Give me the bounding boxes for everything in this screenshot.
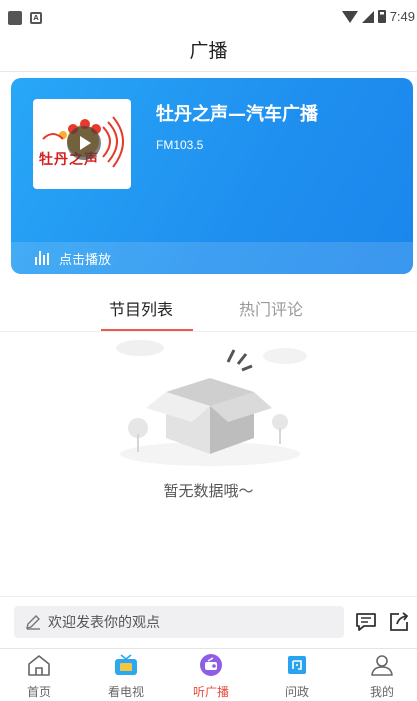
active-tab-indicator [101, 329, 193, 331]
tab-hot-comments[interactable]: 热门评论 [239, 296, 303, 320]
station-card[interactable]: 牡丹之声 牡丹之声—汽车广播 FM103.5 点击播放 [11, 78, 413, 274]
comment-icon[interactable] [354, 610, 378, 634]
nav-radio[interactable]: 听广播 [181, 653, 241, 700]
station-logo[interactable]: 牡丹之声 [33, 99, 131, 189]
comment-placeholder: 欢迎发表你的观点 [48, 615, 160, 631]
pencil-icon [26, 615, 40, 630]
question-icon [288, 656, 306, 674]
station-name: 牡丹之声—汽车广播 [156, 104, 318, 125]
play-label: 点击播放 [59, 252, 112, 268]
comment-bar: 欢迎发表你的观点 [0, 596, 417, 648]
person-icon [371, 655, 393, 676]
nav-profile[interactable]: 我的 [352, 653, 412, 700]
comment-input[interactable]: 欢迎发表你的观点 [14, 606, 344, 638]
wifi-icon [341, 10, 358, 23]
bottom-nav: 首页 看电视 听广播 问政 我的 [0, 648, 417, 701]
app-notification-icon: A [30, 12, 42, 24]
tv-icon [115, 654, 137, 675]
status-time: 7:49 [389, 9, 415, 24]
share-icon[interactable] [387, 610, 411, 634]
nav-home[interactable]: 首页 [9, 653, 69, 700]
page-header: 广播 [0, 34, 417, 72]
status-indicators: 7:49 [341, 9, 415, 24]
home-icon [28, 655, 50, 676]
page-title: 广播 [189, 40, 228, 62]
notification-icon [8, 11, 22, 25]
signal-icon [361, 10, 374, 23]
content-tabs: 节目列表 热门评论 [0, 290, 417, 332]
nav-tv-label: 看电视 [107, 685, 144, 699]
nav-inquiry-label: 问政 [284, 685, 309, 699]
nav-inquiry[interactable]: 问政 [267, 653, 327, 700]
empty-box-illustration [116, 340, 307, 466]
status-notifications: A [8, 11, 42, 25]
status-bar: A 7:49 [0, 0, 417, 34]
battery-icon [377, 10, 386, 23]
equalizer-icon [35, 251, 49, 265]
radio-icon [200, 654, 222, 676]
nav-tv[interactable]: 看电视 [96, 653, 156, 700]
play-icon [80, 136, 91, 150]
play-button[interactable] [67, 126, 101, 160]
empty-state-message: 暂无数据哦～ [163, 482, 254, 500]
nav-profile-label: 我的 [369, 685, 394, 699]
tab-program-list[interactable]: 节目列表 [109, 296, 173, 320]
play-bar[interactable]: 点击播放 [11, 242, 413, 274]
station-frequency: FM103.5 [156, 138, 204, 152]
nav-radio-label: 听广播 [192, 685, 229, 699]
nav-home-label: 首页 [26, 685, 51, 699]
